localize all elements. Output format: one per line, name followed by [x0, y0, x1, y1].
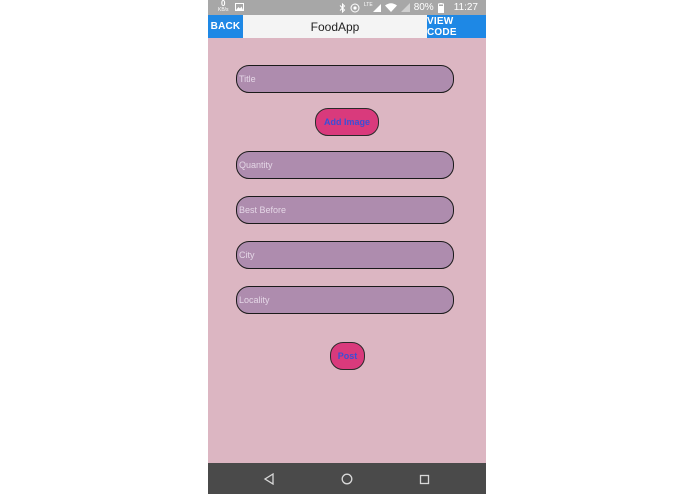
nav-recents-icon[interactable] [417, 472, 431, 486]
back-button[interactable]: BACK [208, 15, 243, 38]
city-input[interactable] [236, 241, 454, 269]
nav-home-icon[interactable] [340, 472, 354, 486]
battery-percent: 80% [413, 2, 434, 13]
status-bar: 0 KB/s LTE 80% 11:27 [208, 0, 486, 15]
phone-screen: 0 KB/s LTE 80% 11:27 BACK FoodApp VIEW C… [208, 0, 486, 494]
lte-signal-icon: LTE [364, 3, 381, 12]
post-button[interactable]: Post [330, 342, 365, 370]
network-type: LTE [363, 2, 373, 8]
best-before-input[interactable] [236, 196, 454, 224]
wifi-icon [384, 3, 397, 12]
bluetooth-icon [339, 2, 346, 13]
view-code-button[interactable]: VIEW CODE [427, 15, 486, 38]
app-header: BACK FoodApp VIEW CODE [208, 15, 486, 38]
signal-icon [400, 3, 410, 12]
network-speed: 0 KB/s [218, 0, 229, 13]
add-image-button[interactable]: Add Image [315, 108, 379, 136]
locality-input[interactable] [236, 286, 454, 314]
system-nav-bar [208, 463, 486, 494]
hotspot-icon [350, 3, 360, 13]
gallery-icon [234, 3, 244, 11]
battery-icon [437, 2, 444, 13]
quantity-input[interactable] [236, 151, 454, 179]
clock: 11:27 [453, 2, 478, 13]
nav-back-icon[interactable] [262, 472, 276, 486]
title-input[interactable] [236, 65, 454, 93]
page-title: FoodApp [310, 19, 360, 34]
network-speed-unit: KB/s [218, 7, 229, 13]
